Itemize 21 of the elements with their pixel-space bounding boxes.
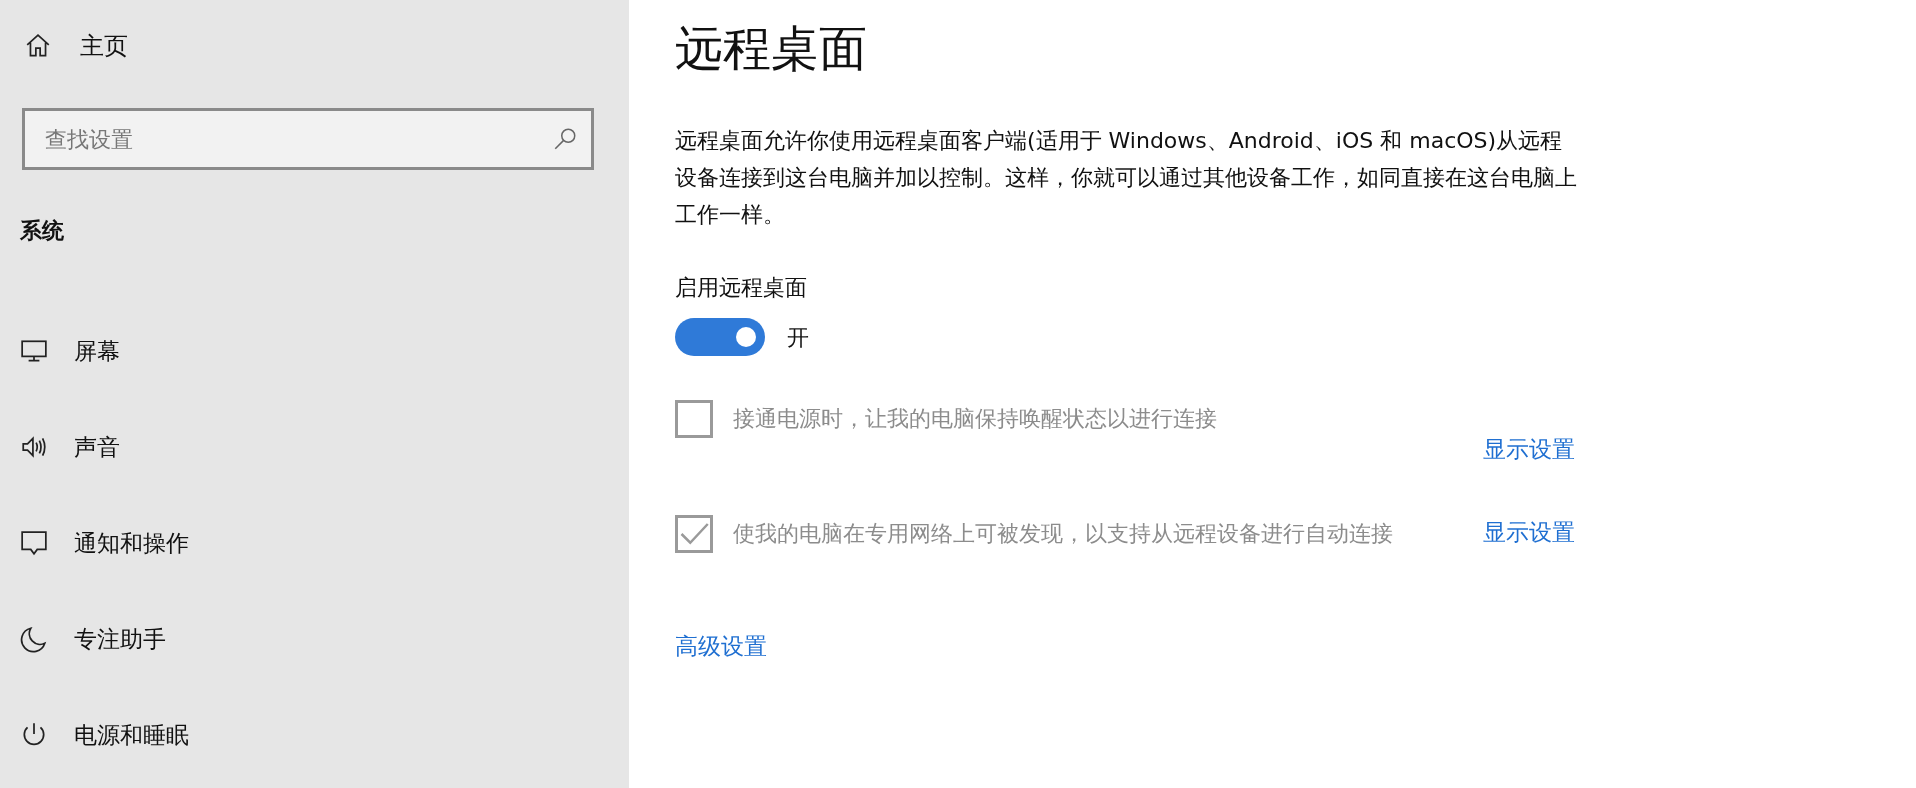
description-text: 远程桌面允许你使用远程桌面客户端(适用于 Windows、Android、iOS 和 macOS)从远程设备连接到这台电脑并加以控制。这样，你就可以通过其他设备工作，如同直接在这台电脑上工作一样。 [675, 127, 1578, 229]
toggle-state: 开 [787, 323, 809, 352]
advanced-settings-link[interactable]: 高级设置 [675, 629, 767, 664]
toggle-label: 启用远程桌面 [675, 274, 807, 302]
option-label: 接通电源时，让我的电脑保持唤醒状态以进行连接 [733, 405, 1218, 433]
nav-item[interactable]: 电源和睡眠 [0, 712, 189, 758]
home-link[interactable]: 主页 [0, 23, 128, 69]
moon-icon [20, 625, 48, 653]
nav-item[interactable]: 声音 [0, 424, 120, 470]
option-label: 使我的电脑在专用网络上可被发现，以支持从远程设备进行自动连接 [733, 520, 1394, 548]
speech-bubble-icon [20, 529, 48, 557]
nav-item[interactable]: 通知和操作 [0, 520, 189, 566]
nav-item[interactable]: 专注助手 [0, 616, 166, 662]
search-field[interactable]: 查找设置 [22, 108, 594, 170]
section-heading: 系统 [20, 217, 64, 245]
monitor-icon [20, 337, 48, 365]
toggle-switch[interactable] [675, 318, 765, 356]
page-title: 远程桌面 [675, 19, 867, 78]
search-icon[interactable] [552, 126, 578, 152]
home-icon [24, 32, 52, 60]
nav-item[interactable]: 屏幕 [0, 328, 120, 374]
